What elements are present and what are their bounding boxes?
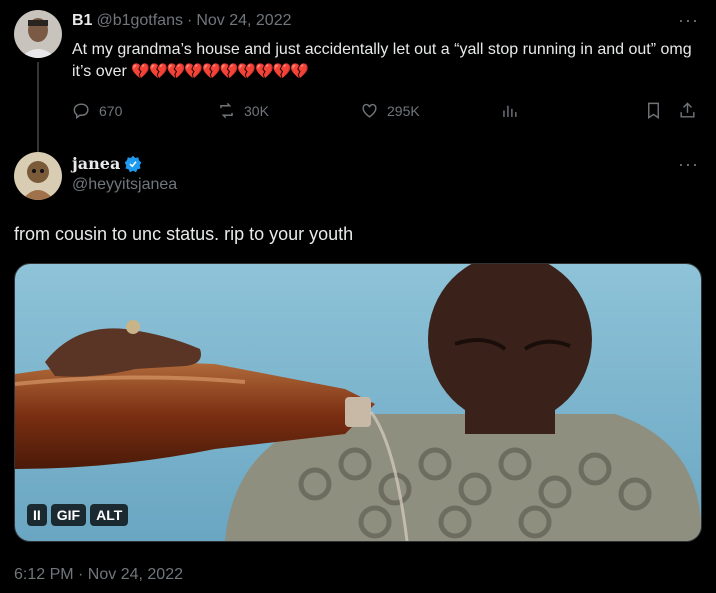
repost-action[interactable]: 30K: [217, 101, 269, 120]
reply-handle[interactable]: @heyyitsjanea: [72, 176, 177, 194]
parent-separator: ·: [186, 12, 193, 29]
reply-timestamp[interactable]: 6:12 PM · Nov 24, 2022: [14, 566, 183, 584]
verified-badge-icon: [125, 155, 142, 172]
bookmark-action[interactable]: [644, 101, 663, 120]
repost-icon: [220, 102, 233, 119]
reply-display-name[interactable]: janea: [72, 154, 120, 173]
bookmark-icon: [648, 102, 659, 119]
heart-icon: [362, 103, 377, 118]
reply-action[interactable]: 670: [72, 101, 122, 120]
parent-header: B1 @b1gotfans · Nov 24, 2022: [72, 12, 292, 30]
alt-badge[interactable]: ALT: [90, 504, 129, 526]
reply-more-icon[interactable]: ···: [678, 154, 699, 175]
reply-avatar[interactable]: [14, 152, 62, 200]
parent-handle[interactable]: @b1gotfans: [96, 12, 183, 30]
parent-more-icon[interactable]: ···: [678, 10, 699, 31]
views-action[interactable]: [500, 101, 519, 120]
thread-line: [37, 62, 39, 152]
like-count: 295K: [387, 102, 420, 119]
parent-avatar[interactable]: [14, 10, 62, 58]
gif-badge: GIF: [50, 504, 87, 526]
parent-action-bar: 670 30K 295K: [72, 101, 702, 125]
reply-text: from cousin to unc status. rip to your y…: [14, 224, 354, 244]
share-icon: [680, 102, 695, 118]
reply-count: 670: [99, 102, 123, 119]
analytics-icon: [503, 105, 517, 117]
gif-image: [15, 264, 701, 541]
parent-tweet-text: At my grandma’s house and just accidenta…: [72, 39, 702, 83]
parent-date[interactable]: Nov 24, 2022: [196, 12, 291, 30]
reply-header: janea @heyyitsjanea: [72, 154, 177, 194]
broken-heart-emojis: 💔💔💔💔💔💔💔💔💔💔: [131, 63, 309, 80]
reply-icon: [73, 103, 89, 120]
repost-count: 30K: [244, 102, 269, 119]
gif-media[interactable]: II GIF ALT: [14, 263, 702, 542]
pause-button[interactable]: II: [27, 504, 47, 526]
share-action[interactable]: [678, 101, 697, 120]
parent-display-name[interactable]: B1: [72, 12, 92, 30]
like-action[interactable]: 295K: [360, 101, 420, 120]
media-controls: II GIF ALT: [27, 504, 129, 526]
